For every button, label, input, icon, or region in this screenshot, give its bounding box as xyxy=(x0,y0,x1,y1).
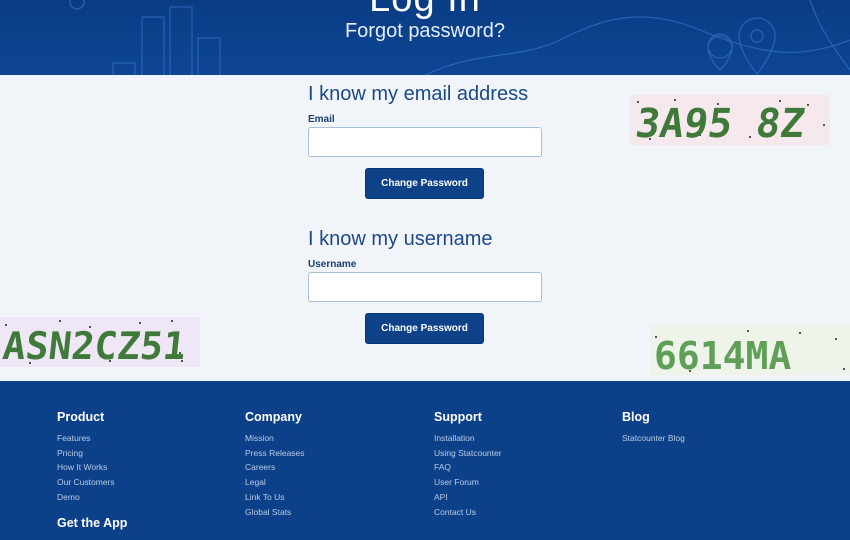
footer-link-contact-us[interactable]: Contact Us xyxy=(434,505,502,520)
footer-link-mission[interactable]: Mission xyxy=(245,431,305,446)
footer-column-support: Support Installation Using Statcounter F… xyxy=(434,410,502,519)
hero-banner: Log In Forgot password? xyxy=(0,0,850,75)
captcha-image-1: 3A95 8Z UN xyxy=(630,95,830,145)
footer-column-product: Product Features Pricing How It Works Ou… xyxy=(57,410,115,505)
footer-heading-get-the-app: Get the App xyxy=(57,516,128,530)
footer-link-demo[interactable]: Demo xyxy=(57,490,115,505)
footer-link-legal[interactable]: Legal xyxy=(245,475,305,490)
email-input[interactable] xyxy=(308,127,542,157)
site-footer: Product Features Pricing How It Works Ou… xyxy=(0,381,850,540)
footer-link-how-it-works[interactable]: How It Works xyxy=(57,460,115,475)
email-section-heading: I know my email address xyxy=(308,83,529,105)
footer-heading-blog: Blog xyxy=(622,410,650,424)
footer-link-user-forum[interactable]: User Forum xyxy=(434,475,502,490)
footer-link-statcounter-blog[interactable]: Statcounter Blog xyxy=(622,431,685,446)
footer-link-features[interactable]: Features xyxy=(57,431,115,446)
footer-link-pricing[interactable]: Pricing xyxy=(57,446,115,461)
footer-column-blog: Blog Statcounter Blog xyxy=(622,410,685,446)
email-label: Email xyxy=(308,114,335,125)
captcha-text-2: ASN2CZ51 xyxy=(1,324,189,367)
footer-heading-support: Support xyxy=(434,410,482,424)
username-change-password-button[interactable]: Change Password xyxy=(365,313,484,344)
footer-link-api[interactable]: API xyxy=(434,490,502,505)
captcha-text-3: 6614MA xyxy=(654,334,791,375)
footer-link-our-customers[interactable]: Our Customers xyxy=(57,475,115,490)
footer-heading-product: Product xyxy=(57,410,105,424)
captcha-image-3: 6614MA xyxy=(650,325,850,375)
email-change-password-button[interactable]: Change Password xyxy=(365,168,484,199)
footer-link-global-stats[interactable]: Global Stats xyxy=(245,505,305,520)
captcha-image-2: ASN2CZ51 xyxy=(0,317,200,367)
footer-link-press-releases[interactable]: Press Releases xyxy=(245,446,305,461)
footer-heading-company: Company xyxy=(245,410,302,424)
username-input[interactable] xyxy=(308,272,542,302)
footer-link-faq[interactable]: FAQ xyxy=(434,460,502,475)
username-label: Username xyxy=(308,259,357,270)
username-section-heading: I know my username xyxy=(308,228,493,250)
page-subtitle: Forgot password? xyxy=(344,20,506,42)
footer-link-link-to-us[interactable]: Link To Us xyxy=(245,490,305,505)
footer-link-using-statcounter[interactable]: Using Statcounter xyxy=(434,446,502,461)
footer-link-careers[interactable]: Careers xyxy=(245,460,305,475)
footer-column-company: Company Mission Press Releases Careers L… xyxy=(245,410,305,519)
captcha-text-1: 3A95 8Z UN xyxy=(633,101,830,145)
page-title: Log In xyxy=(0,0,850,21)
footer-link-installation[interactable]: Installation xyxy=(434,431,502,446)
